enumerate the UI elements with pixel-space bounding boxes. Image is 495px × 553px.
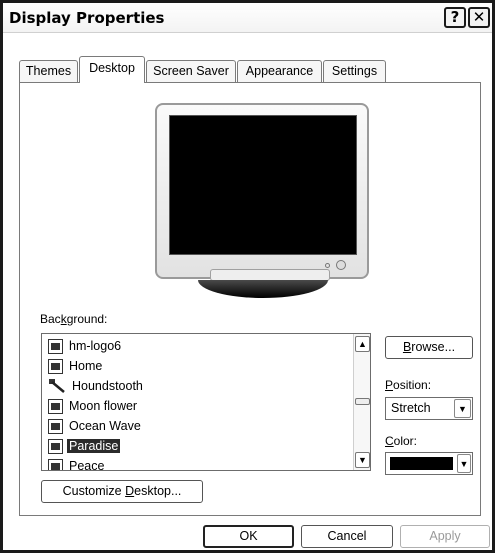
cancel-button[interactable]: Cancel [301, 525, 393, 548]
scroll-up-button[interactable]: ▲ [355, 336, 370, 352]
tab-settings[interactable]: Settings [323, 60, 386, 82]
scroll-down-button[interactable]: ▼ [355, 452, 370, 468]
list-item[interactable]: Home [48, 356, 104, 376]
display-properties-window: Display Properties ? ✕ Themes Desktop Sc… [0, 0, 495, 553]
help-button[interactable]: ? [444, 7, 466, 28]
list-item-label: Peace [69, 459, 105, 471]
desktop-tab-panel: Background: hm-logo6 Home Houndstooth Mo… [19, 82, 481, 516]
list-item[interactable]: Moon flower [48, 396, 139, 416]
dropdown-button[interactable]: ▼ [454, 399, 471, 418]
image-file-icon [48, 398, 63, 414]
list-item-label: Paradise [67, 439, 121, 453]
power-led-icon [325, 263, 330, 268]
dropdown-button[interactable]: ▼ [457, 454, 471, 473]
chevron-down-icon: ▼ [459, 458, 469, 469]
chevron-up-icon: ▲ [358, 339, 367, 349]
title-bar[interactable]: Display Properties ? ✕ [3, 3, 492, 33]
list-item-label: hm-logo6 [69, 339, 122, 353]
image-file-icon [48, 338, 63, 354]
monitor-preview [155, 103, 369, 303]
list-item[interactable]: Ocean Wave [48, 416, 143, 436]
list-item[interactable]: hm-logo6 [48, 336, 123, 356]
list-item-label: Ocean Wave [69, 419, 141, 433]
chevron-down-icon: ▼ [458, 403, 467, 414]
tab-themes[interactable]: Themes [19, 60, 78, 82]
image-file-icon [48, 418, 63, 434]
list-item[interactable]: Peace [48, 456, 106, 471]
close-icon: ✕ [472, 8, 486, 26]
monitor-stand [198, 280, 328, 298]
position-dropdown[interactable]: Stretch ▼ [385, 397, 473, 420]
list-item-label: Moon flower [69, 399, 138, 413]
vertical-scrollbar[interactable]: ▲ ▼ [353, 334, 370, 470]
chevron-down-icon: ▼ [358, 455, 367, 465]
pattern-tool-icon [49, 379, 65, 393]
monitor-frame [155, 103, 369, 279]
list-item-label: Houndstooth [72, 379, 143, 393]
list-item[interactable]: Houndstooth [48, 376, 145, 396]
close-button[interactable]: ✕ [468, 7, 490, 28]
position-value: Stretch [391, 401, 431, 415]
monitor-screen-preview [169, 115, 357, 255]
image-file-icon [48, 438, 63, 454]
list-item-selected[interactable]: Paradise [48, 436, 121, 456]
tab-appearance[interactable]: Appearance [237, 60, 322, 82]
image-file-icon [48, 458, 63, 470]
scroll-thumb[interactable] [355, 398, 370, 405]
tab-desktop[interactable]: Desktop [79, 56, 145, 83]
background-label: Background: [40, 312, 108, 326]
list-item-label: Home [69, 359, 103, 373]
apply-button[interactable]: Apply [400, 525, 490, 548]
color-swatch [390, 457, 453, 470]
color-label: Color: [385, 434, 418, 448]
window-title: Display Properties [9, 9, 165, 27]
browse-button[interactable]: Browse... [385, 336, 473, 359]
background-listbox[interactable]: hm-logo6 Home Houndstooth Moon flower Oc… [41, 333, 371, 471]
position-label: Position: [385, 378, 432, 392]
image-file-icon [48, 358, 63, 374]
customize-desktop-button[interactable]: Customize Desktop... [41, 480, 203, 503]
help-icon: ? [450, 8, 460, 26]
tab-screen-saver[interactable]: Screen Saver [146, 60, 236, 82]
color-picker[interactable]: ▼ [385, 452, 473, 475]
power-button-icon [336, 260, 346, 270]
ok-button[interactable]: OK [203, 525, 294, 548]
